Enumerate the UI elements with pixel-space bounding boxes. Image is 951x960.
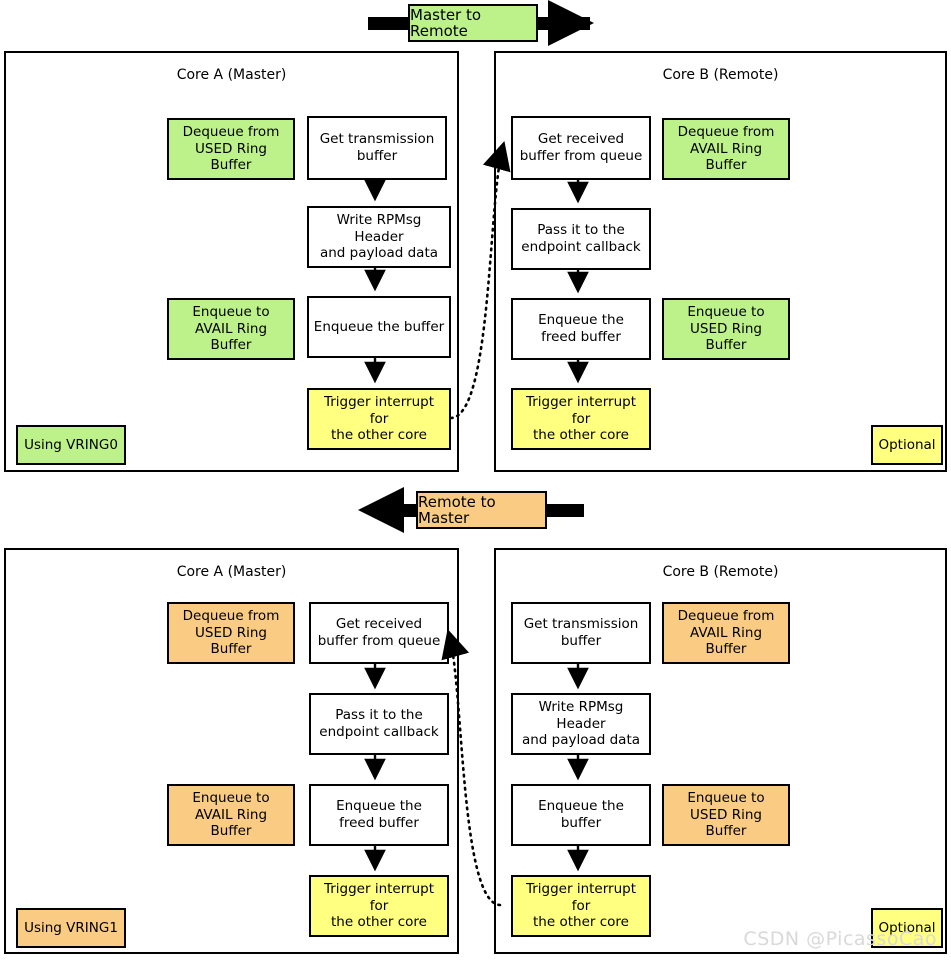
arrow-left-icon bbox=[358, 487, 404, 533]
node-dequeue-avail-ring: Dequeue from AVAIL Ring Buffer bbox=[662, 118, 790, 180]
node-trigger-interrupt: Trigger interrupt for the other core bbox=[511, 875, 651, 937]
node-trigger-interrupt: Trigger interrupt for the other core bbox=[511, 388, 651, 450]
node-pass-to-endpoint-callback: Pass it to the endpoint callback bbox=[309, 693, 449, 755]
panel-title: Core B (Remote) bbox=[662, 564, 779, 580]
badge-optional: Optional bbox=[871, 425, 943, 465]
node-write-rpmsg-header: Write RPMsg Header and payload data bbox=[511, 693, 651, 755]
node-enqueue-avail-ring: Enqueue to AVAIL Ring Buffer bbox=[167, 784, 295, 846]
node-enqueue-used-ring: Enqueue to USED Ring Buffer bbox=[662, 298, 790, 360]
badge-using-vring0: Using VRING0 bbox=[16, 425, 126, 465]
node-get-received-buffer: Get received buffer from queue bbox=[511, 116, 651, 180]
band-label-remote-to-master: Remote to Master bbox=[416, 491, 547, 529]
node-trigger-interrupt: Trigger interrupt for the other core bbox=[309, 875, 449, 937]
band-remote-to-master: Remote to Master bbox=[0, 487, 951, 533]
panel-bottom-core-a: Core A (Master) Dequeue from USED Ring B… bbox=[4, 548, 459, 954]
panel-top-core-a: Core A (Master) Dequeue from USED Ring B… bbox=[4, 51, 459, 472]
node-enqueue-avail-ring: Enqueue to AVAIL Ring Buffer bbox=[167, 298, 295, 360]
arrow-right-icon bbox=[548, 0, 594, 46]
watermark: CSDN @PicassoCao bbox=[743, 928, 937, 950]
band-label-master-to-remote: Master to Remote bbox=[408, 4, 538, 42]
node-enqueue-the-buffer: Enqueue the buffer bbox=[511, 784, 651, 846]
node-write-rpmsg-header: Write RPMsg Header and payload data bbox=[307, 206, 451, 268]
node-pass-to-endpoint-callback: Pass it to the endpoint callback bbox=[511, 208, 651, 270]
node-get-transmission-buffer: Get transmission buffer bbox=[307, 116, 447, 180]
node-enqueue-the-buffer: Enqueue the buffer bbox=[307, 296, 451, 358]
node-get-transmission-buffer: Get transmission buffer bbox=[511, 602, 651, 664]
panel-bottom-core-b: Core B (Remote) Get transmission buffer … bbox=[494, 548, 947, 954]
badge-using-vring1: Using VRING1 bbox=[16, 908, 126, 948]
node-enqueue-used-ring: Enqueue to USED Ring Buffer bbox=[662, 784, 790, 846]
node-dequeue-avail-ring: Dequeue from AVAIL Ring Buffer bbox=[662, 602, 790, 664]
node-trigger-interrupt: Trigger interrupt for the other core bbox=[307, 388, 451, 450]
panel-title: Core A (Master) bbox=[176, 67, 287, 83]
panel-title: Core A (Master) bbox=[176, 564, 287, 580]
panel-title: Core B (Remote) bbox=[662, 67, 779, 83]
node-dequeue-used-ring: Dequeue from USED Ring Buffer bbox=[167, 602, 295, 664]
node-enqueue-freed-buffer: Enqueue the freed buffer bbox=[511, 298, 651, 360]
diagram-canvas: Master to Remote Core A (Master) Dequeue… bbox=[0, 0, 951, 960]
node-dequeue-used-ring: Dequeue from USED Ring Buffer bbox=[167, 118, 295, 180]
node-get-received-buffer: Get received buffer from queue bbox=[309, 602, 449, 664]
band-master-to-remote: Master to Remote bbox=[0, 0, 951, 46]
panel-top-core-b: Core B (Remote) Get received buffer from… bbox=[494, 51, 947, 472]
node-enqueue-freed-buffer: Enqueue the freed buffer bbox=[309, 784, 449, 846]
